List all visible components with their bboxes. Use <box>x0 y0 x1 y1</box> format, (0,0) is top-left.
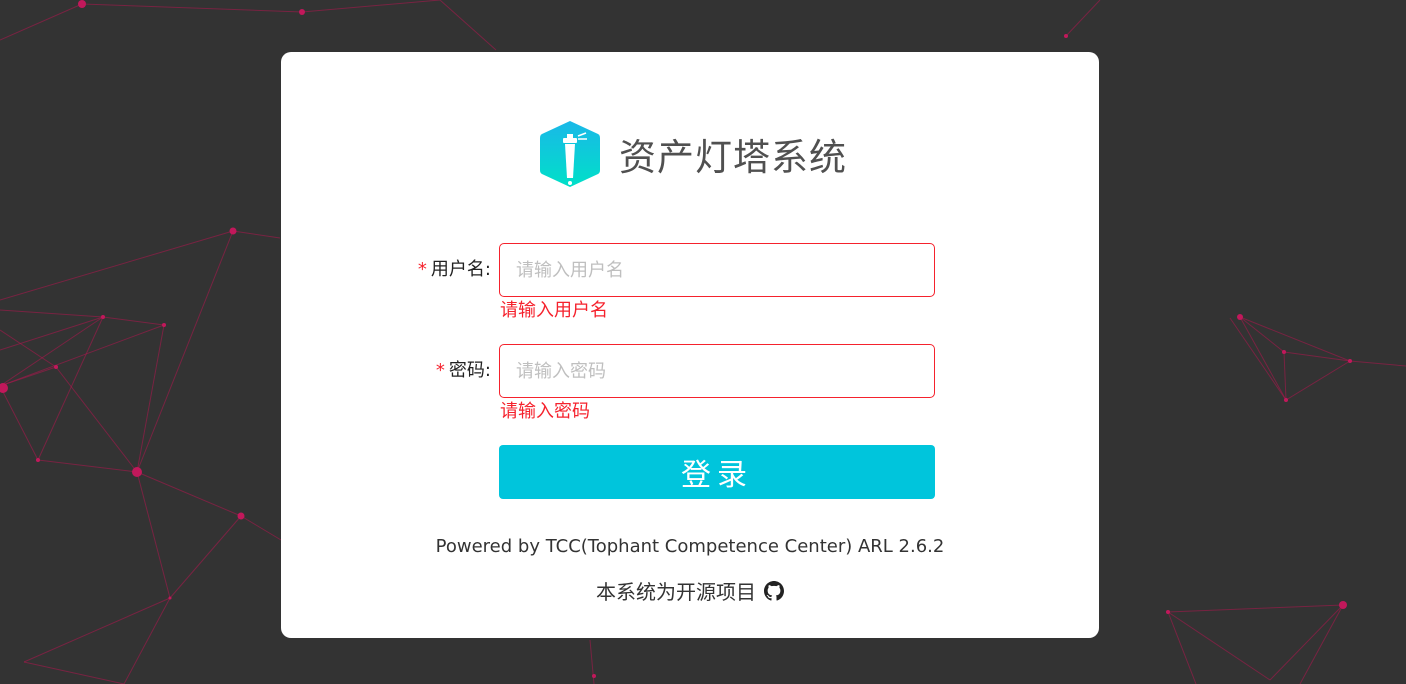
required-mark: * <box>417 259 427 280</box>
password-label: * 密码: <box>436 344 491 398</box>
login-button[interactable]: 登录 <box>499 445 935 499</box>
login-card: 资产灯塔系统 *用户名: 请输入用户名 *密码: 请输入密码 登录 Powere… <box>281 52 1099 638</box>
open-source-notice: 本系统为开源项目 <box>281 576 1099 605</box>
github-icon[interactable] <box>764 580 784 601</box>
username-label-text: 用户名 <box>430 259 485 280</box>
required-mark: * <box>435 360 445 381</box>
password-label-text: 密码 <box>448 360 485 381</box>
username-error-message: 请输入用户名 <box>500 300 608 321</box>
username-label: * 用户名: <box>418 243 491 297</box>
username-input[interactable] <box>499 243 935 297</box>
powered-by-text: Powered by TCC(Tophant Competence Center… <box>435 536 945 557</box>
app-title: 资产灯塔系统 <box>619 136 847 179</box>
open-source-text: 本系统为开源项目 <box>596 580 756 604</box>
password-input[interactable] <box>499 344 935 398</box>
label-separator: : <box>484 259 491 280</box>
password-error-message: 请输入密码 <box>500 401 590 422</box>
label-separator: : <box>484 360 491 381</box>
brand-header: 资产灯塔系统 <box>539 120 847 188</box>
lighthouse-logo-icon <box>540 121 600 187</box>
